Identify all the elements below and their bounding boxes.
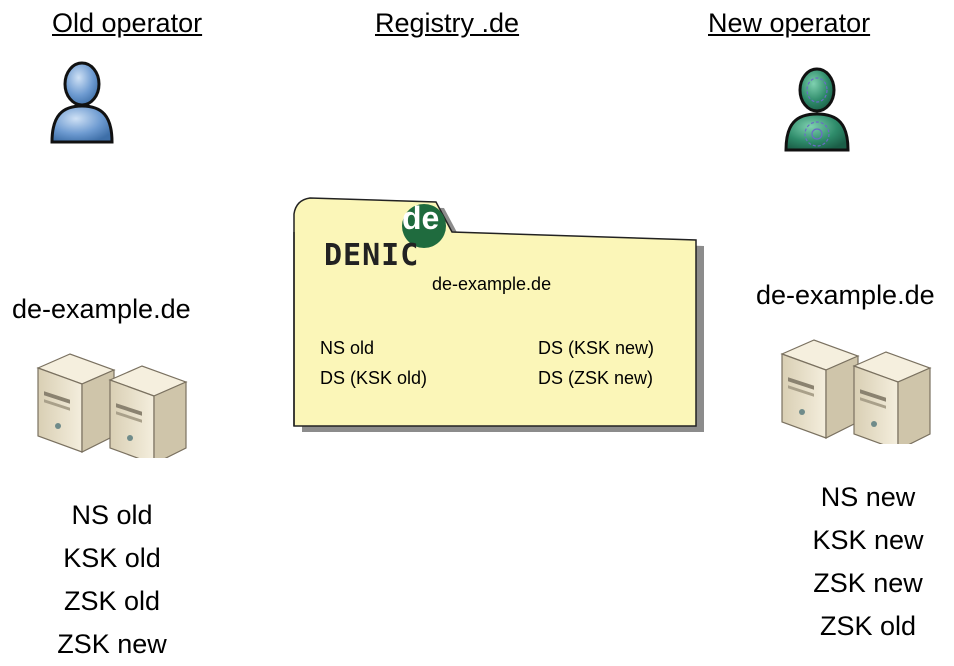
- new-server-icon: [780, 339, 932, 444]
- old-records-list: NS old KSK old ZSK old ZSK new: [12, 494, 212, 666]
- new-operator-heading: New operator: [708, 8, 871, 38]
- registry-domain: de-example.de: [432, 274, 552, 294]
- old-domain-label: de-example.de: [12, 294, 191, 324]
- new-domain-label: de-example.de: [756, 280, 935, 310]
- new-record: NS new: [820, 482, 916, 512]
- new-record: ZSK old: [819, 611, 917, 641]
- registry-heading: Registry .de: [375, 8, 520, 38]
- old-server-icon: [36, 353, 188, 458]
- old-record: ZSK new: [57, 629, 167, 659]
- registry-record-left: DS (KSK old): [320, 368, 428, 388]
- old-operator-heading: Old operator: [52, 8, 203, 38]
- old-user-icon: [50, 61, 114, 144]
- new-user-icon: [784, 67, 850, 152]
- old-record: ZSK old: [63, 586, 161, 616]
- new-record: ZSK new: [813, 568, 923, 598]
- registry-record-right: DS (KSK new): [538, 338, 655, 358]
- denic-logo-badge: de: [402, 200, 440, 236]
- registry-record-left: NS old: [320, 338, 375, 358]
- old-record: KSK old: [63, 543, 161, 573]
- new-records-list: NS new KSK new ZSK new ZSK old: [768, 476, 954, 648]
- registry-record-right: DS (ZSK new): [538, 368, 654, 388]
- registry-folder: de DENIC de-example.de NS old DS (KSK ol…: [288, 196, 708, 436]
- old-record: NS old: [71, 500, 153, 530]
- new-record: KSK new: [812, 525, 924, 555]
- denic-logo-text: DENIC: [324, 238, 420, 273]
